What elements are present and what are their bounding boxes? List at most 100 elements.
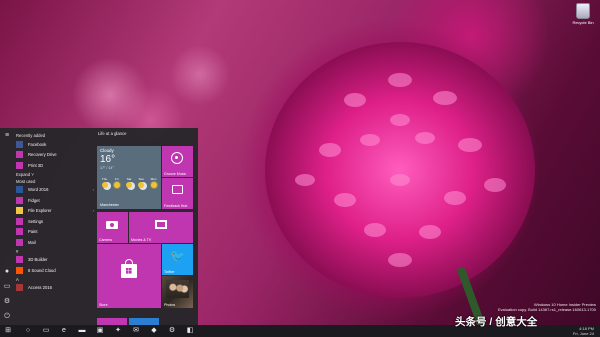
list-item-print-3d[interactable]: Print 3D	[16, 160, 94, 171]
app-label: Paint	[28, 229, 38, 235]
movies-tv-tile[interactable]: Movies & TV	[129, 212, 193, 243]
twitter-icon[interactable]: ✦	[114, 327, 122, 335]
recently-added-header: Recently added	[16, 133, 46, 138]
forecast-day-label: Mon	[150, 177, 157, 181]
print-3d-icon	[16, 161, 23, 169]
forecast-day-label: Fri	[115, 177, 119, 181]
photos-tile[interactable]: Photos	[162, 276, 193, 308]
list-item-facebook[interactable]: Facebook	[16, 139, 94, 150]
folder-icon	[16, 207, 23, 215]
gear-icon	[16, 217, 23, 225]
tile-label: Feedback Hub	[164, 204, 188, 208]
store-icon[interactable]: ▣	[96, 327, 104, 335]
hamburger-menu-icon[interactable]: ≡	[3, 132, 11, 140]
music-disc-icon	[171, 152, 183, 164]
edge-icon[interactable]: e	[60, 327, 68, 335]
cortana-icon[interactable]: ○	[24, 327, 32, 335]
list-item-sound-cloud[interactable]: 8 Sound Cloud	[16, 265, 94, 276]
forecast-day: Sun	[136, 177, 147, 189]
partly-cloudy-icon	[126, 182, 132, 188]
settings-icon[interactable]: ⚙	[3, 298, 11, 306]
build-watermark: Windows 10 Home Insider Preview Evaluati…	[498, 302, 596, 312]
most-used-header: Most used	[16, 178, 36, 184]
app-icon[interactable]: ◆	[150, 327, 158, 335]
tile-label: Store	[99, 303, 108, 307]
paint-icon	[16, 228, 23, 236]
store-bag-icon	[121, 259, 137, 278]
app-label: Facebook	[28, 141, 47, 147]
chevron-right-icon[interactable]: ›	[93, 187, 94, 192]
expand-toggle[interactable]: Expand ˅	[16, 171, 94, 178]
documents-icon[interactable]: ▭	[3, 283, 11, 291]
start-rail: ≡ ● ▭ ⚙ ⏻	[0, 128, 14, 325]
forecast-day-label: Sun	[138, 177, 144, 181]
user-icon[interactable]: ●	[3, 268, 11, 276]
forecast-day-label: Sat	[126, 177, 132, 181]
letter-header-a[interactable]: A	[16, 276, 94, 283]
list-item-paint[interactable]: Paint	[16, 227, 94, 238]
app-label: Print 3D	[28, 162, 44, 168]
list-item-file-explorer[interactable]: File Explorer ›	[16, 206, 94, 217]
app-list: Recently added Facebook Recovery Drive P…	[16, 132, 94, 293]
photo-thumbnail	[166, 280, 189, 298]
weather-forecast: Thu Fri Sat Sun Mon	[99, 177, 159, 189]
partly-cloudy-icon	[138, 182, 145, 188]
groove-music-tile[interactable]: Groove Music	[162, 146, 193, 177]
tile-label: Groove Music	[164, 172, 187, 176]
task-view-icon[interactable]: ▭	[42, 327, 50, 335]
tile-label: Camera	[99, 238, 112, 242]
chevron-right-icon[interactable]: ›	[93, 208, 94, 213]
word-icon	[16, 186, 23, 194]
settings-icon[interactable]: ⚙	[168, 327, 176, 335]
camera-tile[interactable]: Camera	[97, 212, 128, 243]
partly-cloudy-icon	[101, 182, 108, 188]
windows-start-icon[interactable]: ⊞	[4, 327, 12, 335]
recycle-bin[interactable]: Recycle Bin	[570, 3, 596, 25]
expand-label: Expand	[16, 171, 31, 177]
app-label: Settings	[28, 218, 44, 224]
tile-label: Movies & TV	[131, 238, 152, 242]
recycle-bin-label: Recycle Bin	[572, 20, 594, 25]
list-item-recovery-drive[interactable]: Recovery Drive	[16, 150, 94, 161]
chevron-down-icon: ˅	[31, 171, 34, 177]
store-tile[interactable]: Store	[97, 244, 161, 308]
app-label: Recovery Drive	[28, 152, 57, 158]
app-icon[interactable]: ◧	[186, 327, 194, 335]
forecast-day: Sat	[124, 177, 135, 189]
power-icon[interactable]: ⏻	[3, 313, 11, 321]
clock[interactable]: 4:18 PM Fri, June 24	[572, 326, 594, 336]
letter-header-hash[interactable]: #	[16, 248, 94, 255]
forecast-day: Mon	[148, 177, 159, 189]
feedback-icon	[172, 185, 183, 194]
list-item-settings[interactable]: Settings	[16, 216, 94, 227]
app-label: Fidget	[28, 197, 40, 203]
weather-temperature: 16°	[100, 154, 116, 165]
feedback-hub-tile[interactable]: Feedback Hub	[162, 178, 193, 209]
app-label: File Explorer	[28, 208, 52, 214]
twitter-tile[interactable]: 🐦 Twitter	[162, 244, 193, 275]
folder-icon[interactable]: ▬	[78, 327, 86, 335]
list-item-fidget[interactable]: Fidget	[16, 195, 94, 206]
weather-condition: Cloudy	[100, 148, 114, 153]
forecast-day-label: Thu	[101, 177, 108, 181]
list-item-3d-builder[interactable]: 3D Builder	[16, 255, 94, 266]
list-item-access[interactable]: Access 2016	[16, 283, 94, 294]
clock-date: Fri, June 24	[572, 330, 594, 336]
list-item-mail[interactable]: Mail	[16, 237, 94, 248]
sun-icon	[113, 182, 120, 188]
soundcloud-icon	[16, 266, 23, 274]
access-icon	[16, 284, 23, 292]
recovery-drive-icon	[16, 151, 23, 159]
fidget-icon	[16, 196, 23, 204]
mail-icon[interactable]: ✉	[132, 327, 140, 335]
facebook-icon	[16, 140, 23, 148]
tile-label: Photos	[164, 303, 176, 307]
watermark-text: 头条号 / 创意大全	[455, 316, 538, 328]
weather-tile[interactable]: Cloudy 16° 17° / 14° Thu Fri Sat Sun Mon…	[97, 146, 161, 209]
list-item-word[interactable]: Word 2016 ›	[16, 185, 94, 196]
app-label: Access 2016	[28, 285, 52, 291]
app-label: 3D Builder	[28, 257, 48, 263]
weather-hi-lo: 17° / 14°	[100, 166, 114, 170]
camera-icon	[106, 221, 118, 229]
mail-icon	[16, 238, 23, 246]
